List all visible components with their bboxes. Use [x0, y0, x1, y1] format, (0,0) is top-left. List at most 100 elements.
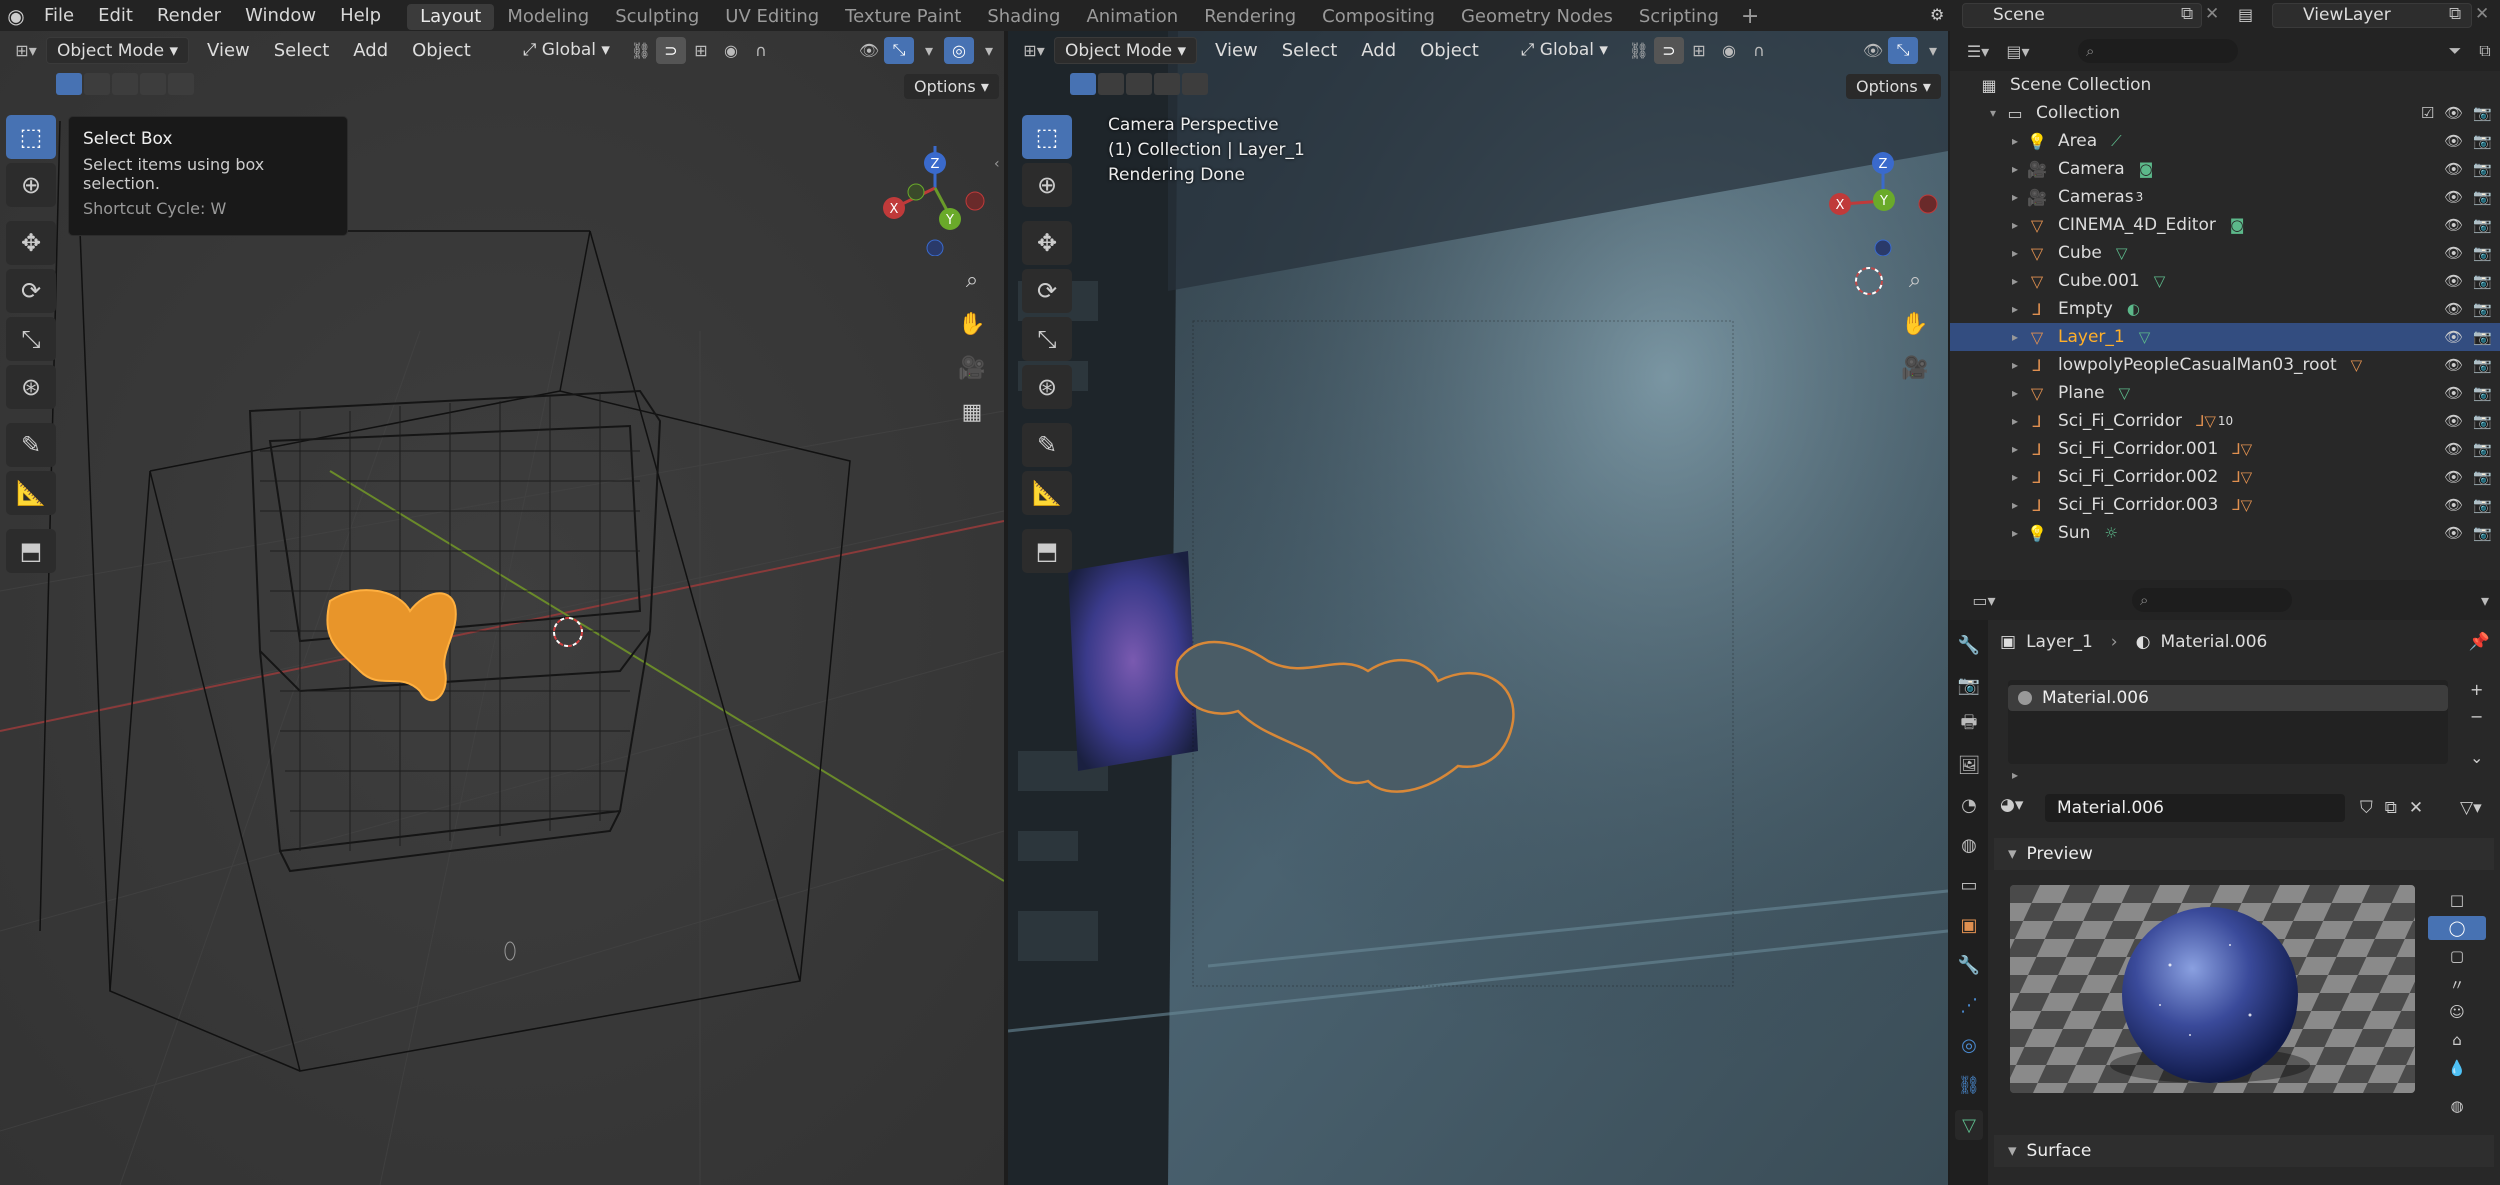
child-icon[interactable]: ⅃▽ — [2196, 412, 2216, 430]
right-transform-tool-icon[interactable]: ⊛ — [1022, 365, 1072, 409]
visibility-eye-icon[interactable]: 👁 — [2444, 216, 2463, 234]
outliner-item-sci-fi-corridor-003[interactable]: ▸ ⅃ Sci_Fi_Corridor.003 ⅃▽ 👁 📷 — [1950, 491, 2500, 519]
right-proportional-edit-icon[interactable]: ◉ — [1714, 37, 1744, 64]
visibility-eye-icon[interactable]: 👁 — [2444, 244, 2463, 262]
add-workspace-button[interactable]: + — [1732, 4, 1768, 30]
right-select-extend-icon[interactable] — [1098, 73, 1124, 95]
properties-search-input[interactable]: ⌕ — [2132, 588, 2292, 612]
expand-arrow-icon[interactable]: ▸ — [2012, 470, 2026, 484]
unlink-material-icon[interactable]: ✕ — [2409, 798, 2423, 818]
right-gizmo-dropdown-icon[interactable]: ▾ — [1918, 37, 1948, 64]
constraint-icon[interactable]: ◐ — [2127, 300, 2140, 318]
left-sidebar-toggle-icon[interactable]: ‹ — [994, 156, 1000, 172]
camera-data-icon[interactable]: ◙ — [2139, 160, 2154, 178]
right-mode-dropdown[interactable]: Object Mode ▾ — [1054, 36, 1198, 64]
right-gizmo-toggle-icon[interactable]: ⤡ — [1888, 36, 1918, 64]
add-cube-tool-icon[interactable]: ⬒ — [6, 529, 56, 573]
menu-window[interactable]: Window — [233, 0, 328, 31]
mesh-data-icon[interactable]: ▽ — [2139, 328, 2151, 346]
workspace-tab-shading[interactable]: Shading — [974, 4, 1073, 30]
visibility-eye-icon[interactable]: 👁 — [2444, 300, 2463, 318]
visibility-eye-icon[interactable]: 👁 — [2444, 468, 2463, 486]
physics-tab-icon[interactable]: ◎ — [1955, 1030, 1983, 1060]
workspace-tab-scripting[interactable]: Scripting — [1626, 4, 1732, 30]
render-camera-icon[interactable]: 📷 — [2473, 356, 2492, 374]
child-icon[interactable]: ⅃▽ — [2232, 468, 2252, 486]
left-menu-add[interactable]: Add — [341, 40, 400, 61]
right-zoom-icon[interactable]: ⌕ — [1898, 263, 1932, 297]
right-orientation-dropdown[interactable]: ⤢ Global ▾ — [1511, 37, 1618, 64]
preview-hair-icon[interactable]: 〃 — [2428, 972, 2486, 996]
right-snap-target-icon[interactable]: ⊞ — [1684, 37, 1714, 64]
outliner-item-empty[interactable]: ▸ ⅃ Empty ◐ 👁 📷 — [1950, 295, 2500, 323]
workspace-tab-compositing[interactable]: Compositing — [1309, 4, 1448, 30]
right-pivot-icon[interactable]: ⛓ — [1624, 37, 1654, 64]
scene-collection-row[interactable]: ▦ Scene Collection — [1950, 71, 2500, 99]
render-camera-icon[interactable]: 📷 — [2473, 132, 2492, 150]
duplicate-material-icon[interactable]: ⧉ — [2385, 798, 2397, 818]
collection-eye-icon[interactable]: 👁 — [2444, 104, 2463, 122]
right-visibility-icon[interactable]: 👁 — [1858, 37, 1888, 64]
render-camera-icon[interactable]: 📷 — [2473, 412, 2492, 430]
menu-file[interactable]: File — [32, 0, 86, 31]
new-collection-icon[interactable]: ⧉ — [2470, 38, 2500, 65]
render-camera-icon[interactable]: 📷 — [2473, 384, 2492, 402]
left-navigation-gizmo[interactable]: Z X Y — [870, 116, 1000, 256]
select-box-tool-icon[interactable]: ⬚ — [6, 115, 56, 159]
right-menu-add[interactable]: Add — [1349, 40, 1408, 61]
left-visibility-icon[interactable]: 👁 — [854, 37, 884, 64]
output-tab-icon[interactable]: 🖶 — [1955, 710, 1983, 740]
right-options-dropdown[interactable]: Options ▾ — [1846, 74, 1941, 99]
outliner-item-layer-1[interactable]: ▸ ▽ Layer_1 ▽ 👁 📷 — [1950, 323, 2500, 351]
data-icon[interactable]: ⟋ — [2111, 132, 2122, 150]
right-navigation-gizmo[interactable]: Z X Y — [1808, 116, 1948, 256]
collection-tab-icon[interactable]: ▭ — [1955, 870, 1983, 900]
preview-sphere-icon[interactable]: ◯ — [2428, 916, 2486, 940]
left-orientation-dropdown[interactable]: ⤢ Global ▾ — [513, 37, 620, 64]
select-subtract-icon[interactable] — [112, 73, 138, 95]
render-camera-icon[interactable]: 📷 — [2473, 440, 2492, 458]
expand-arrow-icon[interactable]: ▸ — [2012, 330, 2026, 344]
render-camera-icon[interactable]: 📷 — [2473, 524, 2492, 542]
left-3d-viewport[interactable]: ⊞▾ Object Mode ▾ View Select Add Object … — [0, 31, 1004, 1185]
right-select-subtract-icon[interactable] — [1126, 73, 1152, 95]
expand-arrow-icon[interactable]: ▸ — [2012, 162, 2026, 176]
left-overlay-dropdown-icon[interactable]: ▾ — [974, 37, 1004, 64]
outliner-item-cube[interactable]: ▸ ▽ Cube ▽ 👁 📷 — [1950, 239, 2500, 267]
workspace-tab-texture-paint[interactable]: Texture Paint — [832, 4, 974, 30]
workspace-tab-geometry-nodes[interactable]: Geometry Nodes — [1448, 4, 1626, 30]
right-menu-object[interactable]: Object — [1408, 40, 1491, 61]
right-menu-select[interactable]: Select — [1270, 40, 1350, 61]
copy-scene-icon[interactable]: ⧉ — [2181, 4, 2193, 24]
outliner-item-sci-fi-corridor-002[interactable]: ▸ ⅃ Sci_Fi_Corridor.002 ⅃▽ 👁 📷 — [1950, 463, 2500, 491]
render-camera-icon[interactable]: 📷 — [2473, 188, 2492, 206]
left-falloff-icon[interactable]: ∩ — [746, 37, 776, 64]
render-camera-icon[interactable]: 📷 — [2473, 216, 2492, 234]
sun-data-icon[interactable]: ☼ — [2104, 524, 2117, 542]
material-slot-item[interactable]: Material.006 — [2008, 685, 2448, 711]
right-add-cube-tool-icon[interactable]: ⬒ — [1022, 529, 1072, 573]
select-invert-icon[interactable] — [140, 73, 166, 95]
world-tab-icon[interactable]: ◍ — [1955, 830, 1983, 860]
preview-flat-icon[interactable]: □ — [2428, 888, 2486, 912]
close-scene-icon[interactable]: ✕ — [2205, 4, 2219, 24]
blender-logo-icon[interactable]: ◉ — [0, 0, 32, 31]
visibility-eye-icon[interactable]: 👁 — [2444, 328, 2463, 346]
expand-arrow-icon[interactable]: ▸ — [2012, 218, 2026, 232]
particles-tab-icon[interactable]: ⋰ — [1955, 990, 1983, 1020]
collection-camera-icon[interactable]: 📷 — [2473, 104, 2492, 122]
menu-help[interactable]: Help — [328, 0, 393, 31]
material-name-field[interactable]: Material.006 — [2045, 794, 2345, 822]
outliner-editor-type-icon[interactable]: ☰▾ — [1958, 38, 1998, 65]
visibility-eye-icon[interactable]: 👁 — [2444, 356, 2463, 374]
outliner-item-cinema-4d-editor[interactable]: ▸ ▽ CINEMA_4D_Editor ◙ 👁 📷 — [1950, 211, 2500, 239]
surface-panel-header[interactable]: ▾ Surface — [1994, 1135, 2494, 1167]
data-tab-icon[interactable]: ▽ — [1955, 1110, 1983, 1140]
outliner-item-camera[interactable]: ▸ 🎥 Camera ◙ 👁 📷 — [1950, 155, 2500, 183]
slot-expand-icon[interactable]: ▸ — [2012, 768, 2018, 782]
workspace-tab-uv-editing[interactable]: UV Editing — [712, 4, 832, 30]
left-menu-view[interactable]: View — [195, 40, 262, 61]
right-measure-tool-icon[interactable]: 📐 — [1022, 471, 1072, 515]
visibility-eye-icon[interactable]: 👁 — [2444, 160, 2463, 178]
scale-tool-icon[interactable]: ⤡ — [6, 317, 56, 361]
